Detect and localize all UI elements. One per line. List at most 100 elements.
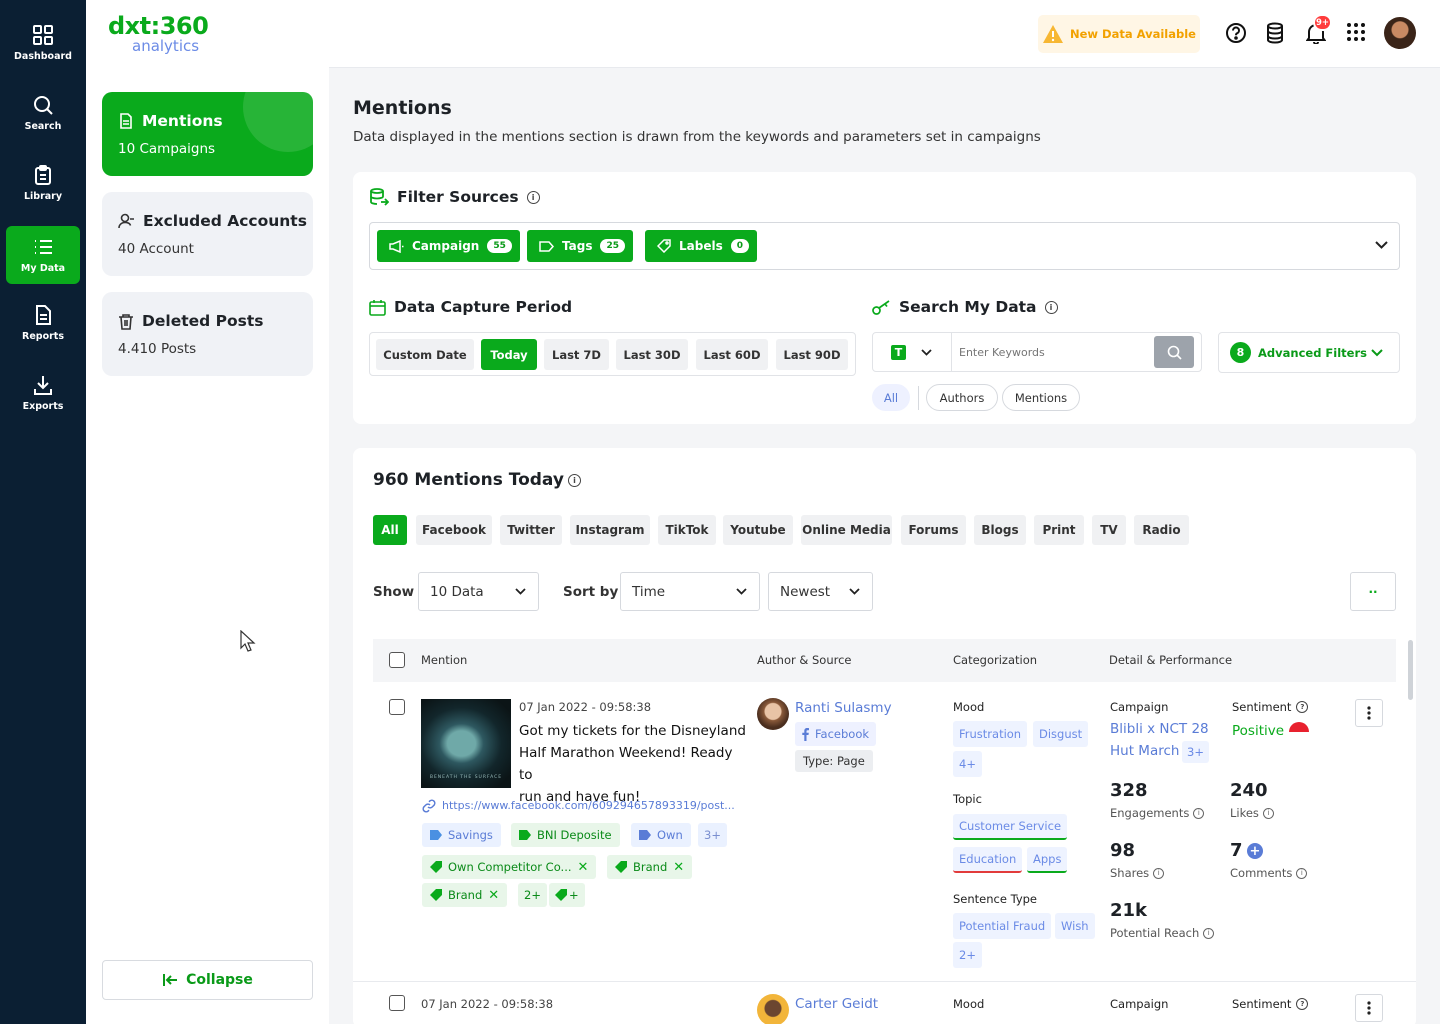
chevron-down-icon[interactable] xyxy=(921,349,932,356)
card-deleted-posts[interactable]: Deleted Posts 4.410 Posts xyxy=(102,292,313,376)
info-icon[interactable]: i xyxy=(1203,927,1215,939)
user-avatar[interactable] xyxy=(1384,17,1416,49)
database-icon[interactable] xyxy=(1265,22,1285,44)
add-label-button[interactable]: + xyxy=(549,883,585,907)
chevron-down-icon[interactable] xyxy=(1375,241,1388,249)
tag-more[interactable]: 3+ xyxy=(698,823,727,847)
row-menu-button[interactable] xyxy=(1355,994,1383,1022)
author-avatar[interactable] xyxy=(757,994,789,1024)
topic-education[interactable]: Education xyxy=(953,847,1023,873)
help-icon[interactable]: ? xyxy=(1296,701,1309,713)
author-name[interactable]: Carter Geidt xyxy=(795,996,878,1012)
label-more[interactable]: 2+ xyxy=(518,883,547,907)
more-options-button[interactable]: ·· xyxy=(1350,572,1396,611)
tab-print[interactable]: Print xyxy=(1034,515,1084,545)
new-data-banner[interactable]: New Data Available xyxy=(1038,15,1200,53)
period-last-60d[interactable]: Last 60D xyxy=(696,339,768,370)
nav-library-label: Library xyxy=(23,191,63,202)
collapse-button[interactable]: Collapse xyxy=(102,960,313,1000)
row-checkbox[interactable] xyxy=(389,699,405,715)
select-all-checkbox[interactable] xyxy=(389,652,405,668)
chip-all[interactable]: All xyxy=(872,384,910,411)
apps-grid-icon[interactable] xyxy=(1346,22,1366,42)
help-icon[interactable] xyxy=(1225,22,1247,44)
topic-customer-service[interactable]: Customer Service xyxy=(953,814,1068,840)
info-icon[interactable]: i xyxy=(567,473,581,487)
labels-pill[interactable]: Labels 0 xyxy=(645,230,757,262)
period-today[interactable]: Today xyxy=(481,339,537,370)
topic-apps[interactable]: Apps xyxy=(1027,847,1068,873)
campaign-name[interactable]: Blibli x NCT 28 xyxy=(1110,721,1209,737)
mention-link[interactable]: https://www.facebook.com/609294657893319… xyxy=(442,799,735,812)
tab-twitter[interactable]: Twitter xyxy=(500,515,562,545)
table-scrollbar[interactable] xyxy=(1408,640,1413,700)
tab-instagram[interactable]: Instagram xyxy=(570,515,650,545)
nav-reports[interactable]: Reports xyxy=(6,294,80,352)
close-icon[interactable]: ✕ xyxy=(673,860,684,875)
period-last-7d[interactable]: Last 7D xyxy=(544,339,609,370)
nav-search[interactable]: Search xyxy=(6,84,80,142)
user-minus-icon xyxy=(118,213,134,229)
search-button[interactable] xyxy=(1154,336,1194,368)
period-last-90d[interactable]: Last 90D xyxy=(776,339,848,370)
text-type-badge[interactable]: T xyxy=(891,345,906,360)
campaign-pill[interactable]: Campaign 55 xyxy=(377,230,520,262)
info-icon[interactable]: i xyxy=(1193,807,1205,819)
tab-radio[interactable]: Radio xyxy=(1134,515,1189,545)
sentence-wish[interactable]: Wish xyxy=(1055,913,1095,939)
close-icon[interactable]: ✕ xyxy=(578,860,589,875)
tag-savings[interactable]: Savings xyxy=(422,823,501,847)
tag-own[interactable]: Own xyxy=(631,823,691,847)
info-icon[interactable]: i xyxy=(1153,867,1165,879)
campaign-name[interactable]: Hut March xyxy=(1110,743,1179,759)
label-own-competitor[interactable]: Own Competitor Co... ✕ xyxy=(422,855,597,879)
tags-pill[interactable]: Tags 25 xyxy=(527,230,633,262)
label-brand[interactable]: Brand ✕ xyxy=(607,855,693,879)
tab-all[interactable]: All xyxy=(373,515,407,545)
advanced-filters-button[interactable]: 8 Advanced Filters xyxy=(1218,332,1400,373)
author-avatar[interactable] xyxy=(757,698,789,730)
tab-tiktok[interactable]: TikTok xyxy=(658,515,716,545)
nav-library[interactable]: Library xyxy=(6,154,80,212)
card-mentions[interactable]: Mentions 10 Campaigns xyxy=(102,92,313,176)
sentence-potential-fraud[interactable]: Potential Fraud xyxy=(953,913,1052,939)
row-checkbox[interactable] xyxy=(389,995,405,1011)
mood-disgust[interactable]: Disgust xyxy=(1033,721,1089,747)
period-custom-date[interactable]: Custom Date xyxy=(376,339,474,370)
tab-facebook[interactable]: Facebook xyxy=(416,515,492,545)
close-icon[interactable]: ✕ xyxy=(488,888,499,903)
info-icon[interactable]: i xyxy=(526,190,540,204)
tab-forums[interactable]: Forums xyxy=(901,515,966,545)
label-brand-2[interactable]: Brand ✕ xyxy=(422,883,508,907)
nav-exports[interactable]: Exports xyxy=(6,364,80,422)
show-select[interactable]: 10 Data xyxy=(418,572,539,611)
source-pills-bar[interactable]: Campaign 55 Tags 25 Labels 0 xyxy=(369,222,1400,270)
tab-youtube[interactable]: Youtube xyxy=(723,515,793,545)
card-excluded-accounts[interactable]: Excluded Accounts 40 Account xyxy=(102,192,313,276)
row-menu-button[interactable] xyxy=(1355,699,1383,727)
nav-my-data[interactable]: My Data xyxy=(6,226,80,284)
tab-blogs[interactable]: Blogs xyxy=(974,515,1026,545)
help-icon[interactable]: ? xyxy=(1296,998,1309,1010)
tag-bni-deposite[interactable]: BNI Deposite xyxy=(511,823,620,847)
sentence-more[interactable]: 2+ xyxy=(953,942,982,968)
campaign-more[interactable]: 3+ xyxy=(1182,741,1209,763)
chip-authors[interactable]: Authors xyxy=(926,384,998,411)
info-icon[interactable]: i xyxy=(1296,867,1308,879)
post-thumbnail[interactable]: BENEATH THE SURFACE xyxy=(421,699,511,788)
tab-online-media[interactable]: Online Media xyxy=(801,515,892,545)
source-badge[interactable]: Facebook xyxy=(795,722,877,746)
nav-dashboard[interactable]: Dashboard xyxy=(6,14,80,72)
tab-tv[interactable]: TV xyxy=(1092,515,1126,545)
mood-frustration[interactable]: Frustration xyxy=(953,721,1028,747)
author-name[interactable]: Ranti Sulasmy xyxy=(795,700,892,716)
add-comment-icon[interactable]: + xyxy=(1247,843,1263,859)
order-select[interactable]: Newest xyxy=(768,572,873,611)
info-icon[interactable]: i xyxy=(1044,300,1058,314)
info-icon[interactable]: i xyxy=(1262,807,1274,819)
mood-more[interactable]: 4+ xyxy=(953,751,982,777)
period-last-30d[interactable]: Last 30D xyxy=(616,339,688,370)
chip-mentions[interactable]: Mentions xyxy=(1002,384,1080,411)
sort-select[interactable]: Time xyxy=(620,572,760,611)
keywords-input[interactable] xyxy=(959,340,1149,364)
